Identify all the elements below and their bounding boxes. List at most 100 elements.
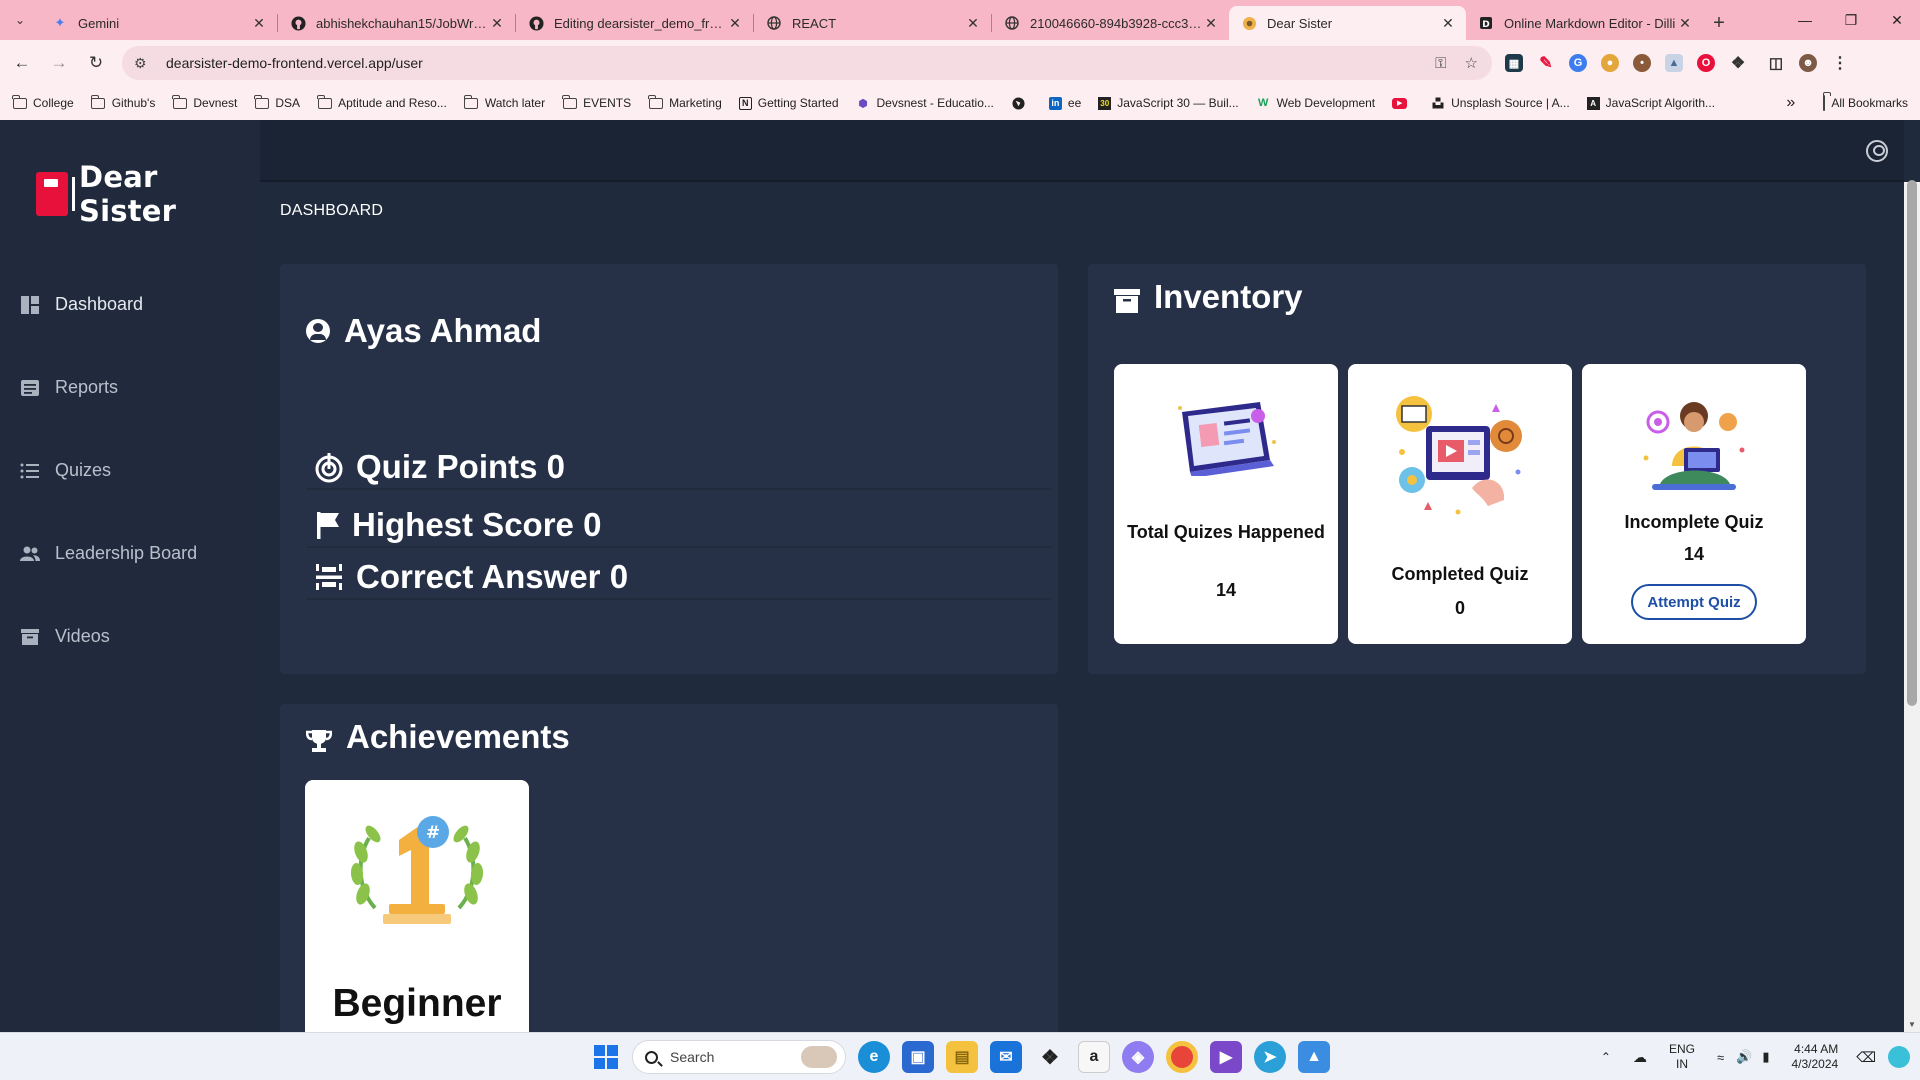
scroll-down-arrow-icon[interactable]: ▼: [1904, 1016, 1920, 1032]
inventory-title: Inventory: [1154, 278, 1303, 315]
opera-icon[interactable]: O: [1697, 54, 1715, 72]
language-indicator[interactable]: ENG IN: [1669, 1042, 1695, 1072]
bookmark-js30[interactable]: 30 JavaScript 30 — Buil...: [1098, 96, 1239, 110]
close-window-icon[interactable]: ✕: [1874, 0, 1920, 40]
tab-title: Editing dearsister_demo_fronte: [554, 15, 727, 31]
copilot-icon[interactable]: ◈: [1122, 1041, 1154, 1073]
cookie-icon[interactable]: •: [1633, 54, 1651, 72]
taskbar-search[interactable]: Search: [632, 1040, 846, 1074]
side-panel-icon[interactable]: ◫: [1767, 54, 1785, 72]
tab-search-chevron-icon[interactable]: ⌄: [0, 0, 40, 40]
shield-icon[interactable]: ▲: [1665, 54, 1683, 72]
bookmark-globe[interactable]: [1011, 96, 1032, 110]
telegram-icon[interactable]: ➤: [1254, 1041, 1286, 1073]
brand-logo[interactable]: Dear Sister: [36, 160, 260, 228]
bookmark-youtube[interactable]: ▶: [1392, 97, 1413, 109]
sidebar-item-dashboard[interactable]: Dashboard: [0, 263, 260, 346]
bookmark-web-development[interactable]: W Web Development: [1256, 96, 1375, 110]
sidebar-item-leadership-board[interactable]: Leadership Board: [0, 512, 260, 595]
bookmark-js-algorithms[interactable]: A JavaScript Algorith...: [1586, 96, 1716, 110]
mail-icon[interactable]: ✉: [990, 1041, 1022, 1073]
bookmark-star-icon[interactable]: ☆: [1465, 54, 1478, 72]
photos-icon[interactable]: ▲: [1298, 1041, 1330, 1073]
extension-icon[interactable]: ▦: [1505, 54, 1523, 72]
file-explorer-icon[interactable]: ▤: [946, 1041, 978, 1073]
bookmarks-bar: College Github's Devnest DSA Aptitude an…: [0, 86, 1920, 120]
bookmark-marketing[interactable]: Marketing: [648, 94, 722, 110]
store-icon[interactable]: ▣: [902, 1041, 934, 1073]
close-icon[interactable]: ✕: [1203, 15, 1219, 32]
tab-image-asset[interactable]: 210046660-894b3928-ccc3-4e ✕: [992, 6, 1229, 40]
tab-title: abhishekchauhan15/JobWright: [316, 15, 489, 31]
new-tab-plus-icon[interactable]: +: [1703, 6, 1735, 40]
amazon-icon[interactable]: a: [1078, 1041, 1110, 1073]
sidebar-item-quizes[interactable]: Quizes: [0, 429, 260, 512]
account-circle-icon[interactable]: [1866, 140, 1888, 162]
page-scrollbar[interactable]: ▲ ▼: [1904, 180, 1920, 1032]
tab-gemini[interactable]: ✦ Gemini ✕: [40, 6, 277, 40]
incomplete-quiz-label: Incomplete Quiz: [1624, 512, 1764, 532]
visual-studio-icon[interactable]: ▶: [1210, 1041, 1242, 1073]
bookmark-unsplash[interactable]: Unsplash Source | A...: [1430, 96, 1570, 110]
windows-start-icon[interactable]: [594, 1045, 618, 1069]
extension-icon[interactable]: ●: [1601, 54, 1619, 72]
attempt-quiz-button[interactable]: Attempt Quiz: [1631, 584, 1757, 620]
chrome-icon[interactable]: [1166, 1041, 1198, 1073]
bookmark-devnest[interactable]: Devnest: [172, 94, 237, 110]
edge-icon[interactable]: e: [858, 1041, 890, 1073]
scrollbar-thumb[interactable]: [1907, 180, 1917, 706]
notification-icon[interactable]: ⌫: [1856, 1049, 1876, 1066]
tab-editing-dearsister[interactable]: Editing dearsister_demo_fronte ✕: [516, 6, 753, 40]
wifi-icon[interactable]: ≈: [1717, 1050, 1724, 1065]
reload-icon[interactable]: ↻: [81, 48, 111, 78]
tab-jobwright[interactable]: abhishekchauhan15/JobWright ✕: [278, 6, 515, 40]
onedrive-icon[interactable]: ☁: [1633, 1049, 1647, 1066]
bookmark-devsnest[interactable]: ⬢ Devsnest - Educatio...: [856, 96, 994, 110]
bookmark-watch-later[interactable]: Watch later: [463, 94, 545, 110]
close-icon[interactable]: ✕: [965, 15, 981, 32]
tab-markdown-editor[interactable]: D Online Markdown Editor - Dilli ✕: [1466, 6, 1703, 40]
minimize-icon[interactable]: —: [1782, 0, 1828, 40]
bookmark-college[interactable]: College: [12, 94, 74, 110]
site-info-icon[interactable]: ⚙: [134, 55, 154, 72]
sidebar-item-videos[interactable]: Videos: [0, 595, 260, 678]
close-icon[interactable]: ✕: [1677, 15, 1693, 32]
back-arrow-icon[interactable]: ←: [7, 48, 37, 78]
close-icon[interactable]: ✕: [251, 15, 267, 32]
tab-dear-sister[interactable]: Dear Sister ✕: [1229, 6, 1466, 40]
bookmark-events[interactable]: EVENTS: [562, 94, 631, 110]
correct-answer-text: Correct Answer 0: [356, 558, 629, 595]
address-bar[interactable]: ⚙ dearsister-demo-frontend.vercel.app/us…: [122, 46, 1492, 80]
url-text[interactable]: dearsister-demo-frontend.vercel.app/user: [166, 55, 423, 71]
bookmark-dsa[interactable]: DSA: [254, 94, 300, 110]
badge-label: Beginner: [332, 982, 502, 1025]
tray-overflow-chevron-icon[interactable]: ⌃: [1601, 1050, 1611, 1064]
close-icon[interactable]: ✕: [489, 15, 505, 32]
more-bookmarks-chevron-icon[interactable]: »: [1786, 94, 1795, 112]
bookmark-label: JavaScript Algorith...: [1605, 96, 1716, 110]
kebab-menu-icon[interactable]: ⋮: [1831, 54, 1849, 72]
bookmark-aptitude[interactable]: Aptitude and Reso...: [317, 94, 447, 110]
folder-icon: [463, 94, 479, 109]
puzzle-icon[interactable]: ❖: [1729, 54, 1747, 72]
bookmark-githubs[interactable]: Github's: [90, 94, 155, 110]
close-icon[interactable]: ✕: [727, 15, 743, 32]
bookmark-getting-started[interactable]: N Getting Started: [738, 96, 839, 110]
battery-icon[interactable]: ▮: [1762, 1049, 1769, 1065]
sidebar-item-reports[interactable]: Reports: [0, 346, 260, 429]
restore-icon[interactable]: ❐: [1828, 0, 1874, 40]
password-key-icon[interactable]: ⚿: [1435, 55, 1446, 72]
dropbox-icon[interactable]: ❖: [1034, 1041, 1066, 1073]
avatar[interactable]: ☻: [1799, 54, 1817, 72]
pen-extension-icon[interactable]: ✎: [1537, 54, 1555, 72]
copilot-tray-icon[interactable]: [1888, 1046, 1910, 1068]
tab-react[interactable]: REACT ✕: [754, 6, 991, 40]
forward-arrow-icon[interactable]: →: [44, 48, 74, 78]
search-highlight-icon: [801, 1046, 837, 1068]
close-icon[interactable]: ✕: [1440, 15, 1456, 32]
taskbar-clock[interactable]: 4:44 AM 4/3/2024: [1791, 1042, 1838, 1072]
extension-icon[interactable]: G: [1569, 54, 1587, 72]
volume-icon[interactable]: 🔊: [1736, 1049, 1752, 1065]
bookmark-linkedin[interactable]: in ee: [1048, 96, 1081, 110]
all-bookmarks-link[interactable]: All Bookmarks: [1831, 96, 1908, 110]
